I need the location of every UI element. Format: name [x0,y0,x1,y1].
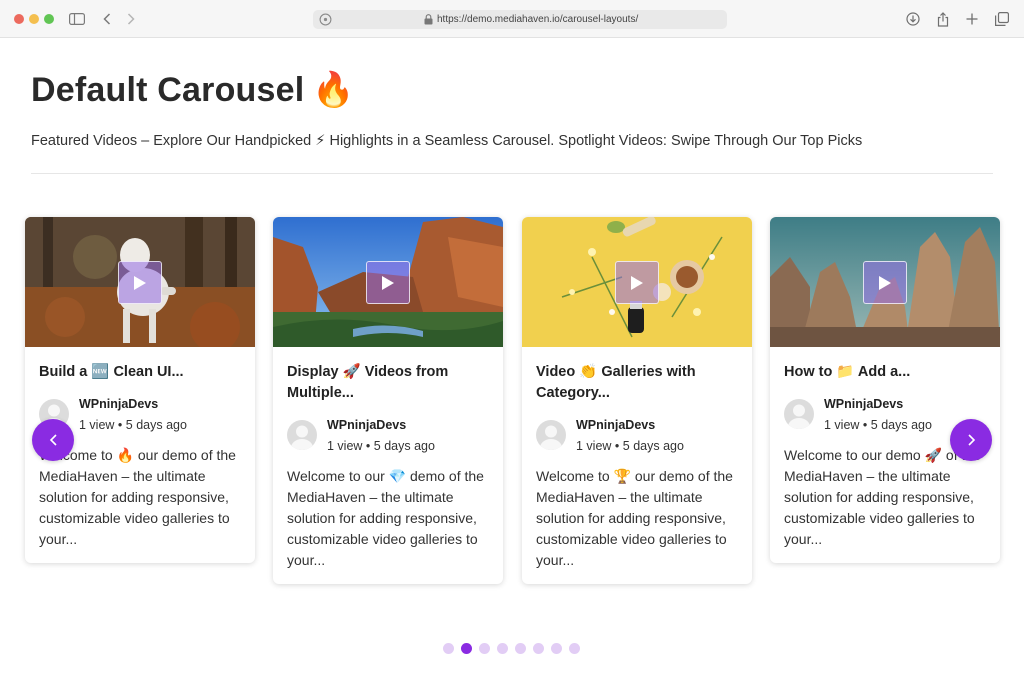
lock-icon [424,14,433,25]
author-name[interactable]: WPninjaDevs [79,397,158,411]
video-meta: WPninjaDevs 1 view • 5 days ago [287,418,489,462]
pagination-dot[interactable] [479,643,490,654]
author-name[interactable]: WPninjaDevs [824,397,903,411]
avatar [784,399,814,429]
new-tab-plus-icon[interactable] [963,9,981,29]
url-text: https://demo.mediahaven.io/carousel-layo… [437,14,639,25]
sidebar-toggle-icon[interactable] [68,9,86,29]
chevron-right-icon [967,434,975,446]
video-thumbnail[interactable] [522,217,752,347]
back-chevron-icon[interactable] [100,9,114,29]
video-title[interactable]: Video 👏 Galleries with Category... [536,362,738,404]
video-title[interactable]: How to 📁 Add a... [784,362,986,383]
tab-overview-icon[interactable] [993,9,1011,29]
chevron-left-icon [49,434,57,446]
video-thumbnail[interactable] [770,217,1000,347]
pagination-dot[interactable] [569,643,580,654]
play-button[interactable] [366,261,410,304]
play-icon [879,275,891,290]
video-excerpt: Welcome to our 💎 demo of the MediaHaven … [287,468,484,568]
video-stats: 1 view • 5 days ago [576,439,684,453]
author-name[interactable]: WPninjaDevs [576,418,655,432]
carousel-pagination [443,643,580,654]
video-excerpt: Welcome to our demo 🚀 of the MediaHaven … [784,447,981,547]
user-avatar-icon [788,404,810,429]
browser-toolbar: https://demo.mediahaven.io/carousel-layo… [0,0,1024,38]
video-card[interactable]: Build a 🆕 Clean UI... WPninjaDevs 1 view… [25,217,255,563]
video-thumbnail[interactable] [25,217,255,347]
video-excerpt: Welcome to 🔥 our demo of the MediaHaven … [39,447,236,547]
play-button[interactable] [615,261,659,304]
play-button[interactable] [118,261,162,304]
pagination-dot[interactable] [461,643,472,654]
play-icon [134,275,146,290]
video-excerpt: Welcome to 🏆 our demo of the MediaHaven … [536,468,733,568]
pagination-dot[interactable] [497,643,508,654]
pagination-dot[interactable] [515,643,526,654]
video-card[interactable]: Display 🚀 Videos from Multiple... WPninj… [273,217,503,584]
fire-emoji-icon: 🔥 [312,71,355,109]
page-subtitle: Featured Videos – Explore Our Handpicked… [31,133,863,149]
avatar [536,420,566,450]
carousel-prev-button[interactable] [32,419,74,461]
video-card[interactable]: Video 👏 Galleries with Category... WPnin… [522,217,752,584]
video-stats: 1 view • 5 days ago [824,418,932,432]
pagination-dot[interactable] [443,643,454,654]
video-stats: 1 view • 5 days ago [327,439,435,453]
video-title[interactable]: Display 🚀 Videos from Multiple... [287,362,489,404]
avatar [287,420,317,450]
share-icon[interactable] [934,9,952,29]
video-title[interactable]: Build a 🆕 Clean UI... [39,362,241,383]
section-divider [31,173,993,174]
window-minimize-button[interactable] [29,14,39,24]
user-avatar-icon [540,425,562,450]
downloads-icon[interactable] [904,9,922,29]
window-zoom-button[interactable] [44,14,54,24]
pagination-dot[interactable] [533,643,544,654]
page-title: Default Carousel 🔥 [31,70,355,110]
video-stats: 1 view • 5 days ago [79,418,187,432]
forward-chevron-icon[interactable] [124,9,138,29]
play-icon [382,275,394,290]
pagination-dot[interactable] [551,643,562,654]
address-bar[interactable]: https://demo.mediahaven.io/carousel-layo… [313,10,727,29]
video-meta: WPninjaDevs 1 view • 5 days ago [536,418,738,462]
author-name[interactable]: WPninjaDevs [327,418,406,432]
video-card[interactable]: How to 📁 Add a... WPninjaDevs 1 view • 5… [770,217,1000,563]
play-button[interactable] [863,261,907,304]
window-close-button[interactable] [14,14,24,24]
user-avatar-icon [291,425,313,450]
video-thumbnail[interactable] [273,217,503,347]
play-icon [631,275,643,290]
privacy-shield-icon [319,13,332,26]
carousel-next-button[interactable] [950,419,992,461]
